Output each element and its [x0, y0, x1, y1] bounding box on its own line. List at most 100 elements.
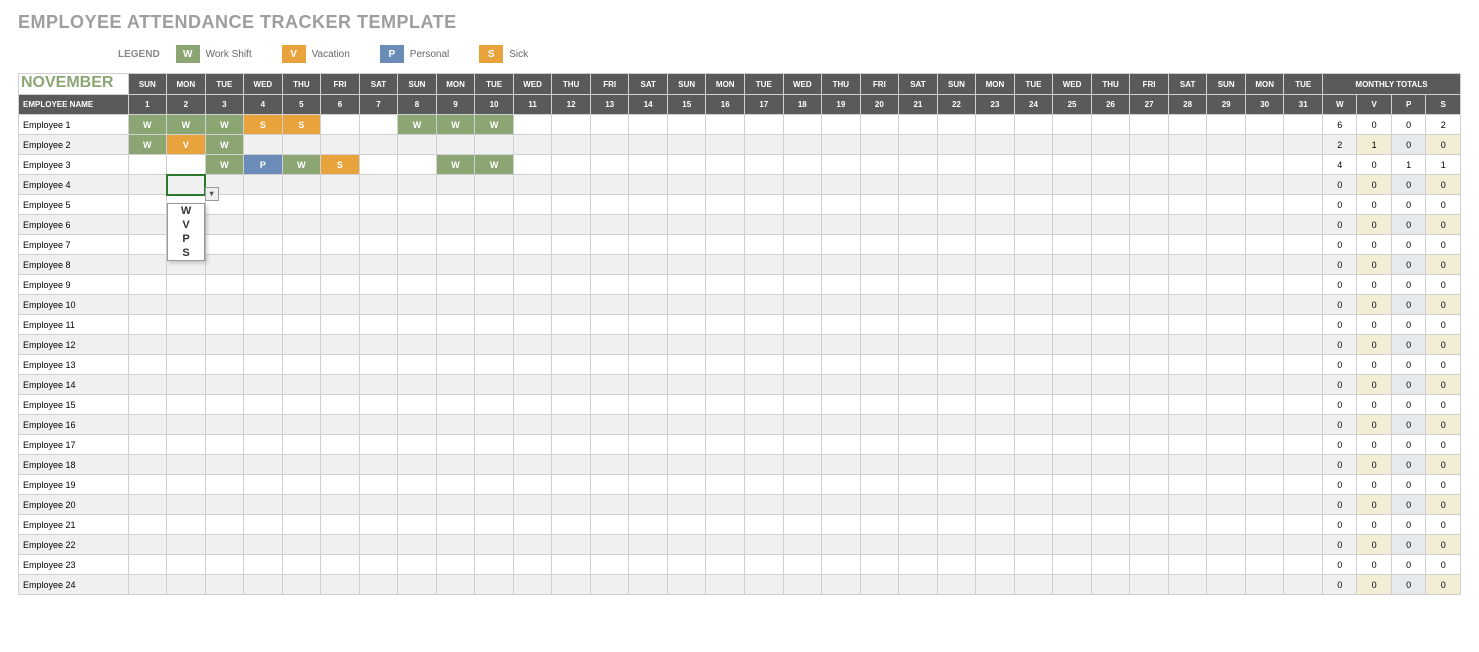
day-cell[interactable]	[282, 455, 321, 475]
day-cell[interactable]	[745, 415, 784, 435]
day-cell[interactable]: W	[475, 115, 514, 135]
day-cell[interactable]	[552, 515, 591, 535]
employee-name-cell[interactable]: Employee 6	[19, 215, 129, 235]
day-cell[interactable]	[1168, 295, 1207, 315]
day-cell[interactable]	[1014, 475, 1053, 495]
day-cell[interactable]	[128, 575, 167, 595]
day-cell[interactable]	[167, 355, 206, 375]
day-cell[interactable]	[205, 395, 244, 415]
day-cell[interactable]	[1014, 335, 1053, 355]
day-cell[interactable]	[513, 395, 552, 415]
day-cell[interactable]	[1207, 295, 1246, 315]
day-cell[interactable]	[282, 175, 321, 195]
day-cell[interactable]	[513, 215, 552, 235]
day-cell[interactable]	[552, 235, 591, 255]
day-cell[interactable]	[976, 255, 1015, 275]
day-cell[interactable]	[475, 335, 514, 355]
day-cell[interactable]	[321, 375, 360, 395]
day-cell[interactable]	[899, 115, 938, 135]
day-cell[interactable]	[1284, 495, 1323, 515]
day-cell[interactable]	[1053, 535, 1092, 555]
day-cell[interactable]	[244, 415, 283, 435]
day-cell[interactable]	[475, 515, 514, 535]
day-cell[interactable]	[359, 415, 398, 435]
day-cell[interactable]	[629, 255, 668, 275]
day-cell[interactable]	[128, 355, 167, 375]
day-cell[interactable]	[783, 415, 822, 435]
day-cell[interactable]	[667, 455, 706, 475]
day-cell[interactable]	[745, 275, 784, 295]
day-cell[interactable]	[822, 195, 861, 215]
day-cell[interactable]	[899, 415, 938, 435]
day-cell[interactable]	[590, 515, 629, 535]
day-cell[interactable]	[937, 275, 976, 295]
day-cell[interactable]	[745, 235, 784, 255]
day-cell[interactable]	[282, 495, 321, 515]
day-cell[interactable]: W	[282, 155, 321, 175]
day-cell[interactable]	[167, 475, 206, 495]
day-cell[interactable]	[398, 355, 437, 375]
day-cell[interactable]	[475, 475, 514, 495]
day-cell[interactable]	[590, 155, 629, 175]
day-cell[interactable]	[783, 535, 822, 555]
day-cell[interactable]	[899, 175, 938, 195]
day-cell[interactable]	[205, 375, 244, 395]
day-cell[interactable]	[205, 495, 244, 515]
dropdown-option-w[interactable]: W	[168, 204, 204, 218]
day-cell[interactable]	[937, 215, 976, 235]
day-cell[interactable]	[1053, 415, 1092, 435]
day-cell[interactable]	[1284, 415, 1323, 435]
day-cell[interactable]	[398, 575, 437, 595]
day-cell[interactable]	[590, 495, 629, 515]
day-cell[interactable]	[1091, 275, 1130, 295]
day-cell[interactable]	[937, 515, 976, 535]
day-cell[interactable]	[1091, 475, 1130, 495]
day-cell[interactable]	[590, 175, 629, 195]
day-cell[interactable]	[282, 435, 321, 455]
day-cell[interactable]	[822, 255, 861, 275]
day-cell[interactable]	[1168, 275, 1207, 295]
day-cell[interactable]	[1130, 255, 1169, 275]
day-cell[interactable]	[398, 435, 437, 455]
day-cell[interactable]	[398, 275, 437, 295]
day-cell[interactable]	[937, 235, 976, 255]
day-cell[interactable]	[436, 435, 475, 455]
day-cell[interactable]	[1245, 235, 1284, 255]
day-cell[interactable]	[552, 295, 591, 315]
day-cell[interactable]	[1207, 415, 1246, 435]
day-cell[interactable]	[321, 315, 360, 335]
day-cell[interactable]	[822, 295, 861, 315]
day-cell[interactable]	[1245, 275, 1284, 295]
day-cell[interactable]	[1245, 195, 1284, 215]
day-cell[interactable]	[1130, 135, 1169, 155]
day-cell[interactable]	[1207, 135, 1246, 155]
day-cell[interactable]	[1053, 315, 1092, 335]
day-cell[interactable]	[1207, 235, 1246, 255]
day-cell[interactable]	[436, 315, 475, 335]
day-cell[interactable]	[706, 215, 745, 235]
day-cell[interactable]	[359, 155, 398, 175]
day-cell[interactable]	[1014, 175, 1053, 195]
day-cell[interactable]	[398, 175, 437, 195]
day-cell[interactable]	[321, 235, 360, 255]
day-cell[interactable]	[1091, 455, 1130, 475]
day-cell[interactable]	[860, 575, 899, 595]
day-cell[interactable]	[1207, 395, 1246, 415]
day-cell[interactable]	[359, 475, 398, 495]
day-cell[interactable]	[1053, 175, 1092, 195]
day-cell[interactable]	[745, 475, 784, 495]
day-cell[interactable]	[822, 275, 861, 295]
day-cell[interactable]	[667, 295, 706, 315]
day-cell[interactable]	[167, 535, 206, 555]
day-cell[interactable]	[1168, 535, 1207, 555]
day-cell[interactable]	[1130, 575, 1169, 595]
day-cell[interactable]	[282, 255, 321, 275]
day-cell[interactable]	[244, 175, 283, 195]
day-cell[interactable]	[1284, 215, 1323, 235]
day-cell[interactable]	[1014, 455, 1053, 475]
day-cell[interactable]	[205, 275, 244, 295]
day-cell[interactable]	[398, 315, 437, 335]
day-cell[interactable]	[436, 415, 475, 435]
day-cell[interactable]	[860, 295, 899, 315]
day-cell[interactable]	[205, 355, 244, 375]
